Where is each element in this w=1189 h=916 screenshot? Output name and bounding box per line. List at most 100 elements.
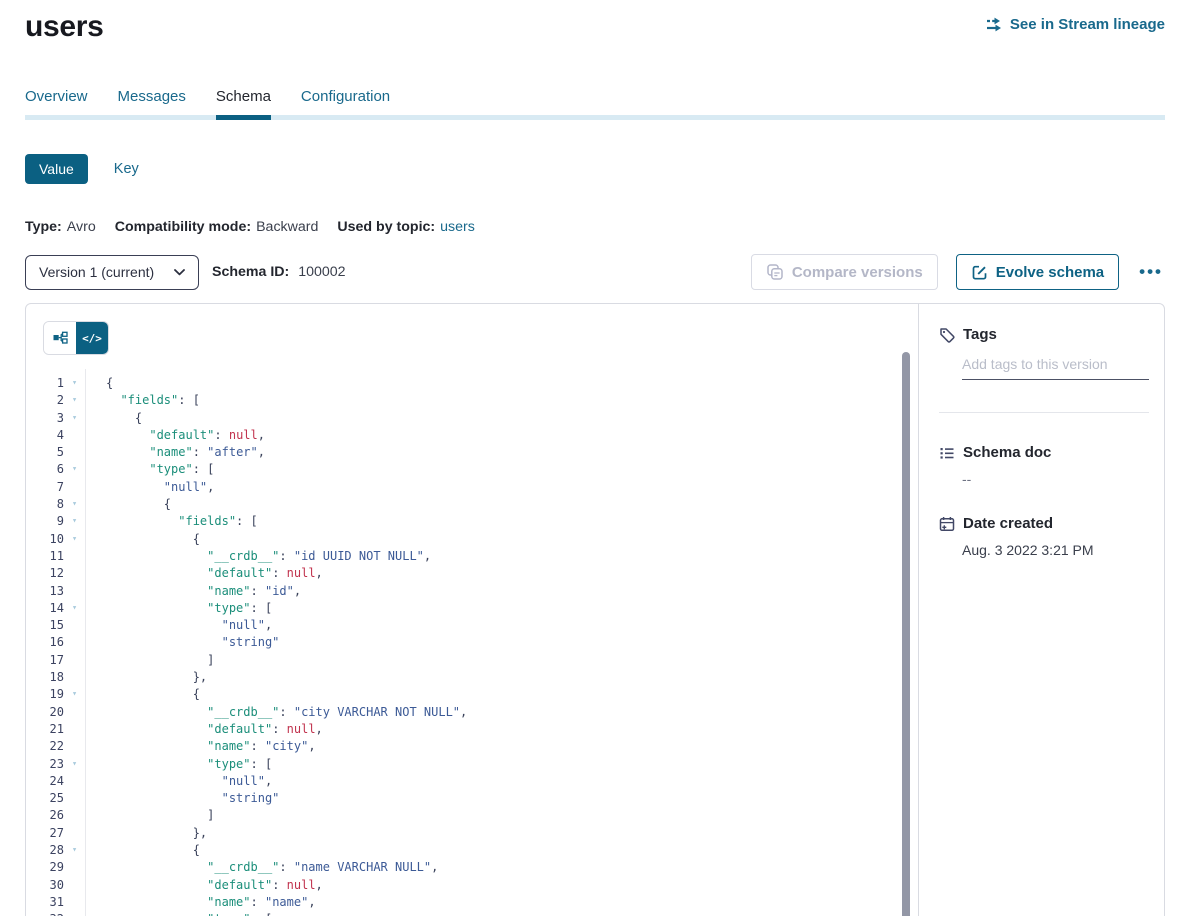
evolve-schema-label: Evolve schema (996, 264, 1104, 281)
line-number: 5 (26, 444, 64, 461)
code-view-button[interactable]: </> (76, 322, 108, 354)
code-text: "__crdb__": "name VARCHAR NULL", (85, 859, 438, 876)
code-text: }, (85, 669, 207, 686)
code-line: 17 ] (26, 652, 918, 669)
code-line: 16 "string" (26, 634, 918, 651)
line-number: 2 (26, 392, 64, 409)
code-line: 26 ] (26, 807, 918, 824)
fold-spacer (64, 807, 85, 824)
line-number: 22 (26, 738, 64, 755)
tab-messages[interactable]: Messages (118, 88, 186, 115)
code-text: "null", (85, 479, 214, 496)
tab-overview[interactable]: Overview (25, 88, 88, 115)
topic-tabs: Overview Messages Schema Configuration (25, 88, 1165, 120)
code-view-toggle: </> (43, 321, 109, 355)
version-toolbar: Version 1 (current) Schema ID: 100002 (25, 254, 1165, 290)
schema-page: users See in Stream lineage Overview Mes… (0, 0, 1189, 916)
line-number: 23 (26, 756, 64, 773)
evolve-schema-button[interactable]: Evolve schema (956, 254, 1119, 290)
used-by-topic-link[interactable]: users (440, 219, 475, 235)
code-text: "type": [ (85, 756, 272, 773)
fold-toggle-icon[interactable]: ▾ (64, 410, 85, 427)
fold-spacer (64, 859, 85, 876)
fold-toggle-icon[interactable]: ▾ (64, 513, 85, 530)
code-line: 15 "null", (26, 617, 918, 634)
line-number: 28 (26, 842, 64, 859)
line-number: 15 (26, 617, 64, 634)
code-text: "name": "name", (85, 894, 316, 911)
fold-toggle-icon[interactable]: ▾ (64, 686, 85, 703)
code-text: "name": "after", (85, 444, 265, 461)
line-number: 30 (26, 877, 64, 894)
compare-versions-button[interactable]: Compare versions (751, 254, 938, 290)
line-number: 11 (26, 548, 64, 565)
code-text: { (85, 686, 200, 703)
evolve-schema-icon (971, 264, 988, 281)
fold-spacer (64, 790, 85, 807)
code-line: 20 "__crdb__": "city VARCHAR NOT NULL", (26, 704, 918, 721)
fold-spacer (64, 773, 85, 790)
tags-heading: Tags (963, 326, 997, 343)
code-text: "string" (85, 790, 279, 807)
code-text: "fields": [ (85, 392, 200, 409)
date-created-heading: Date created (963, 515, 1053, 532)
fold-toggle-icon[interactable]: ▾ (64, 461, 85, 478)
tree-view-button[interactable] (44, 322, 76, 354)
code-text: "null", (85, 773, 272, 790)
fold-toggle-icon[interactable]: ▾ (64, 375, 85, 392)
version-select[interactable]: Version 1 (current) (25, 255, 199, 290)
line-number: 8 (26, 496, 64, 513)
value-toggle-button[interactable]: Value (25, 154, 88, 184)
code-text: "string" (85, 634, 279, 651)
fold-toggle-icon[interactable]: ▾ (64, 392, 85, 409)
code-line: 7 "null", (26, 479, 918, 496)
fold-toggle-icon[interactable]: ▾ (64, 842, 85, 859)
fold-toggle-icon[interactable]: ▾ (64, 496, 85, 513)
code-line: 24 "null", (26, 773, 918, 790)
fold-toggle-icon[interactable]: ▾ (64, 531, 85, 548)
code-line: 30 "default": null, (26, 877, 918, 894)
code-text: { (85, 410, 142, 427)
fold-spacer (64, 444, 85, 461)
line-number: 32 (26, 911, 64, 916)
tab-schema[interactable]: Schema (216, 88, 271, 115)
add-tags-input[interactable] (962, 356, 1149, 380)
date-created-section: Date created Aug. 3 2022 3:21 PM (939, 515, 1149, 558)
fold-toggle-icon[interactable]: ▾ (64, 756, 85, 773)
fold-toggle-icon[interactable]: ▾ (64, 911, 85, 916)
code-line: 21 "default": null, (26, 721, 918, 738)
line-number: 27 (26, 825, 64, 842)
list-icon (939, 445, 955, 461)
key-toggle-button[interactable]: Key (114, 161, 139, 177)
code-text: "type": [ (85, 600, 272, 617)
code-line: 12 "default": null, (26, 565, 918, 582)
code-line: 25 "string" (26, 790, 918, 807)
code-text: "name": "id", (85, 583, 301, 600)
page-header: users See in Stream lineage (25, 0, 1165, 44)
line-number: 24 (26, 773, 64, 790)
line-number: 10 (26, 531, 64, 548)
vertical-scrollbar[interactable] (902, 352, 910, 916)
more-actions-button[interactable]: ••• (1137, 262, 1165, 282)
code-line: 32▾ "type": [ (26, 911, 918, 916)
code-line: 8▾ { (26, 496, 918, 513)
fold-spacer (64, 652, 85, 669)
code-text: "default": null, (85, 565, 323, 582)
fold-spacer (64, 634, 85, 651)
code-text: "type": [ (85, 911, 272, 916)
fold-toggle-icon[interactable]: ▾ (64, 600, 85, 617)
schema-id-label: Schema ID: (212, 264, 289, 280)
fold-spacer (64, 894, 85, 911)
fold-spacer (64, 583, 85, 600)
line-number: 29 (26, 859, 64, 876)
used-by-topic-label: Used by topic: (337, 219, 435, 235)
line-number: 16 (26, 634, 64, 651)
schema-doc-value: -- (962, 471, 1149, 487)
see-in-stream-lineage-link[interactable]: See in Stream lineage (985, 16, 1165, 33)
tab-configuration[interactable]: Configuration (301, 88, 390, 115)
tags-section: Tags (939, 326, 1149, 380)
compare-versions-label: Compare versions (792, 264, 923, 281)
line-number: 31 (26, 894, 64, 911)
code-text: ] (85, 652, 214, 669)
code-line: 28▾ { (26, 842, 918, 859)
